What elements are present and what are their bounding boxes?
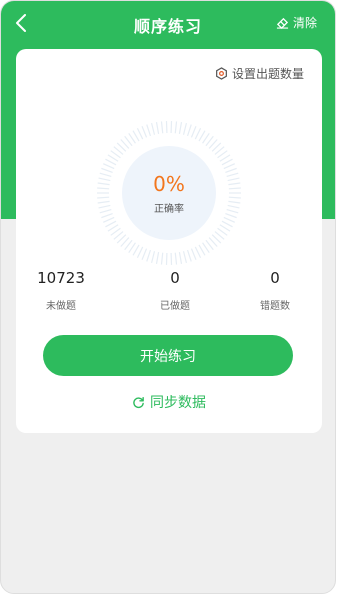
dial-tick (174, 252, 178, 265)
dial-tick (227, 177, 240, 182)
dial-tick (97, 182, 110, 186)
dial-tick (102, 163, 115, 170)
sync-data-label: 同步数据 (150, 395, 206, 411)
dial-tick (128, 132, 136, 144)
dial-tick (225, 167, 237, 174)
dial-tick (98, 204, 111, 209)
dial-tick (155, 121, 160, 135)
clear-label: 清除 (292, 16, 317, 30)
dial-tick (107, 154, 119, 162)
dial-tick (98, 177, 111, 182)
practice-card: 设置出题数量 0% 正确率 10723 未做题 0 已做题 0 错题数 开始练习 (16, 49, 322, 433)
dial-tick (101, 167, 113, 174)
stat-undone-value: 10723 (37, 269, 85, 287)
dial-tick (136, 128, 144, 140)
dial-tick (228, 196, 241, 199)
dial-tick (105, 220, 117, 228)
dial-tick (221, 158, 233, 166)
stat-wrong: 0 错题数 (235, 269, 315, 312)
dial-tick (97, 200, 110, 204)
set-question-count-label: 设置出题数量 (231, 67, 304, 81)
dial-tick (198, 244, 206, 256)
stat-undone: 10723 未做题 (21, 269, 101, 312)
dial-tick (194, 128, 202, 140)
dial-tick (178, 251, 183, 265)
dial-tick (99, 172, 112, 178)
dial-tick (194, 246, 202, 258)
dial-tick (141, 248, 148, 260)
dial-tick (223, 216, 236, 223)
dial-tick (226, 208, 239, 214)
dial-tick (102, 216, 115, 223)
dial-tick (141, 126, 148, 138)
dial-tick (228, 182, 241, 186)
dial-tick (221, 220, 233, 228)
dial-tick (101, 212, 113, 219)
dial-tick (105, 158, 117, 166)
dial-tick (182, 122, 188, 135)
dial-tick (223, 163, 236, 170)
dial-tick (99, 208, 112, 214)
dial-tick (132, 244, 140, 256)
dial-tick (228, 200, 241, 204)
dial-tick (198, 130, 206, 142)
stat-done-label: 已做题 (160, 301, 190, 312)
dial-tick (174, 121, 178, 134)
dial-tick (190, 248, 197, 260)
stat-wrong-label: 错题数 (260, 301, 290, 312)
stat-undone-label: 未做题 (46, 301, 76, 312)
phone-frame: 顺序练习 清除 设置出题数量 0% 正确率 10723 未做题 0 已做题 0 … (0, 0, 336, 594)
dial-tick (186, 124, 192, 137)
dial-tick (97, 196, 110, 199)
dial-tick (146, 249, 152, 262)
start-practice-button[interactable]: 开始练习 (43, 335, 293, 376)
clear-button[interactable]: 清除 (276, 14, 317, 31)
accuracy-dial: 0% 正确率 (95, 119, 243, 267)
dial-tick (97, 187, 110, 190)
dial-tick (160, 252, 164, 265)
dial-tick (155, 251, 160, 265)
dial-tick (150, 251, 156, 264)
dial-tick (202, 242, 210, 254)
dial-tick (228, 187, 241, 190)
set-question-count-button[interactable]: 设置出题数量 (215, 65, 304, 82)
dial-tick (150, 122, 156, 135)
dial-tick (136, 246, 144, 258)
dial-tick (202, 132, 210, 144)
dial-tick (219, 224, 231, 232)
dial-tick (178, 121, 183, 135)
accuracy-value: 0% (153, 171, 185, 196)
dial-tick (146, 124, 152, 137)
gear-icon (216, 67, 227, 80)
stat-wrong-value: 0 (270, 269, 280, 287)
dial-tick (160, 121, 164, 134)
dial-center: 0% 正确率 (122, 146, 216, 240)
dial-tick (182, 251, 188, 264)
dial-tick (226, 172, 239, 178)
dial-tick (219, 154, 231, 162)
accuracy-label: 正确率 (154, 203, 184, 215)
refresh-icon (133, 396, 144, 408)
stat-done-value: 0 (170, 269, 180, 287)
eraser-icon (276, 17, 289, 29)
top-bar: 顺序练习 清除 (1, 1, 335, 45)
sync-data-button[interactable]: 同步数据 (16, 392, 322, 412)
dial-tick (186, 249, 192, 262)
dial-tick (225, 212, 237, 219)
stat-done: 0 已做题 (135, 269, 215, 312)
dial-tick (190, 126, 197, 138)
dial-tick (128, 242, 136, 254)
dial-tick (227, 204, 240, 209)
dial-tick (107, 224, 119, 232)
dial-tick (132, 130, 140, 142)
